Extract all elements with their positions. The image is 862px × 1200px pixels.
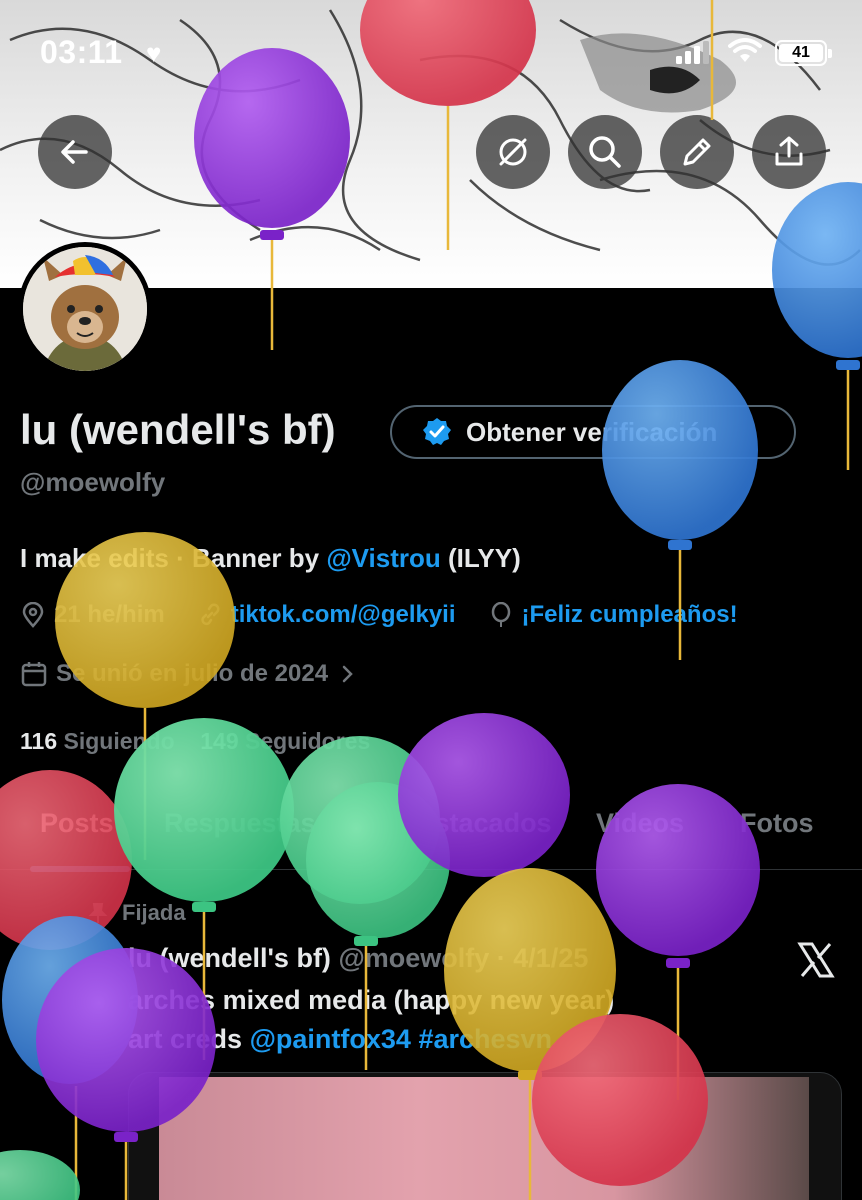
tab-videos[interactable]: Videos [596, 808, 684, 839]
wolf-avatar-image [23, 247, 147, 371]
search-icon [589, 136, 621, 168]
pinned-text: Fijada [122, 900, 186, 925]
bio-suffix: (ILYY) [440, 543, 521, 573]
battery-icon: 41 [775, 40, 832, 66]
post-text-line-2: art creds @paintfox34 #archesvn [128, 1024, 552, 1055]
profile-tabs: Posts Respuestas Destacados Videos Fotos [0, 790, 862, 870]
share-button[interactable] [752, 115, 826, 189]
birthday-text[interactable]: ¡Feliz cumpleaños! [522, 601, 738, 629]
status-time: 03:11 [40, 34, 123, 70]
bio-text: I make edits · Banner by [20, 543, 327, 573]
active-tab-indicator [30, 866, 130, 872]
bio-mention-link[interactable]: @Vistrou [326, 543, 440, 573]
tab-highlights[interactable]: Destacados [400, 808, 552, 839]
avatar[interactable] [18, 242, 152, 376]
post-mention-link[interactable]: @paintfox34 [250, 1024, 411, 1054]
post-header: lu (wendell's bf) @moewolfy · 4/1/25 [128, 943, 588, 974]
location-text: 21 he/him [54, 601, 165, 628]
tab-photos[interactable]: Fotos [740, 808, 814, 839]
joined-date[interactable]: Se unió en julio de 2024 [20, 657, 366, 691]
post-meta: @moewolfy · 4/1/25 [338, 943, 589, 973]
followers-label: Seguidores [245, 728, 371, 754]
followers-count: 149 [200, 728, 239, 754]
post-hashtag-link[interactable]: #archesvn [411, 1024, 552, 1054]
balloon-icon [491, 602, 510, 627]
location-pin-icon [22, 602, 44, 628]
tab-posts[interactable]: Posts [40, 808, 114, 839]
wifi-icon [728, 38, 762, 62]
pin-icon [88, 903, 108, 923]
joined-text: Se unió en julio de 2024 [56, 660, 329, 687]
profile-meta: 21 he/him tiktok.com/@gelkyii ¡Feliz cum… [20, 598, 770, 632]
battery-level: 41 [779, 44, 823, 62]
cellular-signal-icon [676, 41, 709, 64]
edit-icon [683, 138, 711, 166]
website-link[interactable]: tiktok.com/@gelkyii [231, 601, 456, 629]
status-bar: 03:11 ♥ 41 [0, 30, 862, 80]
website-item[interactable]: tiktok.com/@gelkyii [197, 601, 456, 629]
search-button[interactable] [568, 115, 642, 189]
tab-replies[interactable]: Respuestas [164, 808, 316, 839]
link-icon [201, 603, 220, 626]
balloon-blue-bottom [2, 916, 138, 1200]
follow-stats: 116 Siguiendo 149 Seguidores [20, 728, 370, 755]
balloon-green-bottom [0, 1150, 80, 1200]
profile-handle: @moewolfy [20, 467, 166, 497]
chevron-right-icon [342, 665, 353, 683]
verified-badge-icon [423, 418, 451, 445]
post-image [159, 1077, 809, 1200]
post-text-credit: art creds [128, 1024, 250, 1054]
post-author[interactable]: lu (wendell's bf) [128, 943, 331, 973]
arrow-left-icon [61, 140, 88, 164]
profile-name: lu (wendell's bf) [20, 406, 336, 453]
balloon-green-2 [280, 736, 450, 1070]
edit-button[interactable] [660, 115, 734, 189]
hide-icon [499, 138, 527, 166]
profile-bio: I make edits · Banner by @Vistrou (ILYY) [20, 543, 521, 574]
calendar-icon [21, 662, 47, 687]
hide-button[interactable] [476, 115, 550, 189]
following-label: Siguiendo [63, 728, 175, 754]
pinned-label: Fijada [86, 900, 186, 926]
following-count: 116 [20, 728, 58, 754]
birthday-item: ¡Feliz cumpleaños! [488, 601, 738, 629]
followers-link[interactable]: 149 Seguidores [200, 728, 370, 754]
following-link[interactable]: 116 Siguiendo [20, 728, 175, 754]
get-verified-label: Obtener verificación [466, 416, 718, 447]
get-verified-button[interactable]: Obtener verificación [390, 405, 796, 459]
back-button[interactable] [38, 115, 112, 189]
post-media[interactable] [128, 1072, 842, 1200]
x-logo-icon[interactable] [796, 940, 836, 980]
location-item: 21 he/him [20, 601, 165, 629]
share-icon [775, 136, 803, 166]
heart-icon: ♥ [146, 38, 162, 68]
post-text-line-1: arches mixed media (happy new year) [128, 985, 615, 1015]
